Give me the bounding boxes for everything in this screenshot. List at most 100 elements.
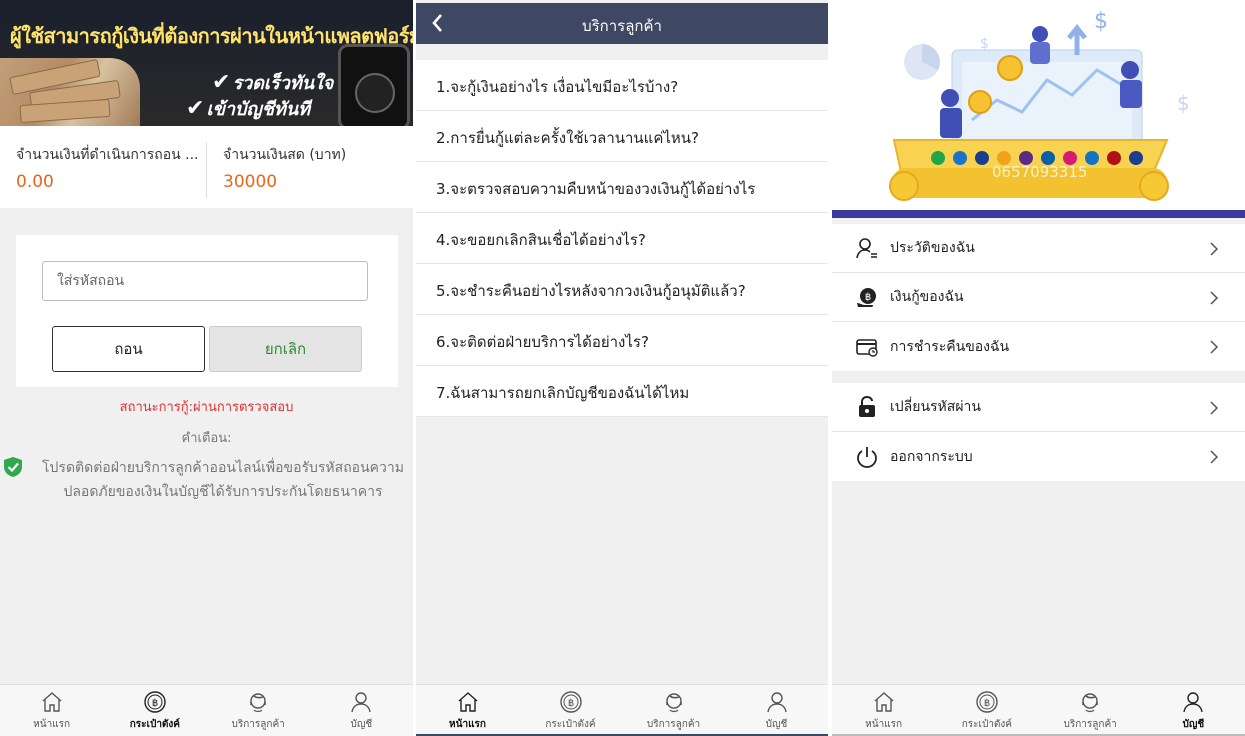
tab-label: บัญชี [1182,719,1205,730]
chevron-right-icon [1210,242,1219,256]
balance-label: จำนวนเงินที่ดำเนินการถอน ... [16,147,199,163]
withdraw-form: ถอน ยกเลิก [16,235,398,387]
cash-bundle-image [0,58,140,126]
card-repay-icon [856,338,878,357]
withdraw-screen: ผู้ใช้สามารถกู้เงินที่ต้องการผ่านในหน้าแ… [0,0,413,736]
balance-value: 30000 [223,172,278,192]
tab-customer-service[interactable]: บริการลูกค้า [622,685,725,736]
svg-text:$: $ [980,36,989,52]
tab-label: หน้าแรก [865,719,903,730]
menu-my-loans[interactable]: ฿ เงินกู้ของฉัน [832,273,1245,322]
promo-banner: ผู้ใช้สามารถกู้เงินที่ต้องการผ่านในหน้าแ… [0,0,413,126]
warning-text: โปรดติดต่อฝ่ายบริการลูกค้าออนไลน์เพื่อขอ… [42,460,404,500]
faq-item[interactable]: 4.จะขอยกเลิกสินเชื่อได้อย่างไร? [416,213,828,264]
bottom-tab-bar: หน้าแรก ฿ กระเป๋าตังค์ บริการลูกค้า บัญช… [832,684,1245,736]
faq-item[interactable]: 1.จะกู้เงินอย่างไร เงื่อนไขมีอะไรบ้าง? [416,60,828,111]
account-menu-secondary: เปลี่ยนรหัสผ่าน ออกจากระบบ [832,383,1245,481]
shield-check-icon [4,457,22,477]
pending-withdraw-balance: จำนวนเงินที่ดำเนินการถอน ... 0.00 [0,126,206,208]
balance-label: จำนวนเงินสด (บาท) [223,147,347,163]
svg-text:฿: ฿ [865,292,871,303]
faq-item[interactable]: 2.การยื่นกู้แต่ละครั้งใช้เวลานานแค่ไหน? [416,111,828,162]
tab-label: กระเป๋าตังค์ [545,719,596,730]
tab-account[interactable]: บัญชี [310,685,413,736]
customer-service-screen: บริการลูกค้า 1.จะกู้เงินอย่างไร เงื่อนไข… [416,0,828,736]
profile-history-icon [856,238,877,259]
withdraw-password-input[interactable] [42,261,368,301]
tab-home[interactable]: หน้าแรก [832,685,935,736]
menu-label: ออกจากระบบ [890,448,973,465]
power-icon [857,446,877,468]
svg-text:$: $ [1177,91,1190,115]
tab-label: บัญชี [765,719,788,730]
tab-customer-service[interactable]: บริการลูกค้า [1039,685,1142,736]
tab-label: บริการลูกค้า [646,719,701,730]
cancel-button[interactable]: ยกเลิก [209,326,362,372]
bottom-tab-bar: หน้าแรก ฿ กระเป๋าตังค์ บริการลูกค้า บัญช… [0,684,413,736]
tab-account[interactable]: บัญชี [1142,685,1245,736]
svg-text:฿: ฿ [984,698,990,709]
chevron-right-icon [1210,291,1219,305]
svg-text:฿: ฿ [567,698,573,709]
menu-my-history[interactable]: ประวัติของฉัน [832,224,1245,273]
account-menu-primary: ประวัติของฉัน ฿ เงินกู้ของฉัน การชำระคืน… [832,224,1245,371]
balance-summary: จำนวนเงินที่ดำเนินการถอน ... 0.00 จำนวนเ… [0,126,413,208]
account-screen: $ $ $ 0657093315 ประวัติของฉัน ฿ เงินกู้… [832,0,1245,736]
headset-icon [1082,693,1098,713]
warning-title: คำเตือน: [181,431,232,446]
loan-status: สถานะการกู้:ผ่านการตรวจสอบ [119,400,294,415]
loan-coin-icon: ฿ [857,288,876,307]
tab-wallet[interactable]: ฿ กระเป๋าตังค์ [935,685,1038,736]
wallet-coin-icon: ฿ [976,691,998,713]
tab-customer-service[interactable]: บริการลูกค้า [207,685,310,736]
headset-icon [665,693,682,713]
tab-wallet[interactable]: ฿ กระเป๋าตังค์ [103,685,206,736]
hero-divider [832,210,1245,218]
banner-line-1: ✔ รวดเร็วทันใจ [212,70,334,95]
tab-label: กระเป๋าตังค์ [129,719,180,730]
faq-item[interactable]: 5.จะชำระคืนอย่างไรหลังจากวงเงินกู้อนุมัต… [416,264,828,315]
svg-text:$: $ [1094,9,1108,34]
tab-home[interactable]: หน้าแรก [0,685,103,736]
faq-list: 1.จะกู้เงินอย่างไร เงื่อนไขมีอะไรบ้าง? 2… [416,60,828,417]
tab-wallet[interactable]: ฿ กระเป๋าตังค์ [519,685,622,736]
home-icon [458,692,477,712]
faq-item[interactable]: 6.จะติดต่อฝ่ายบริการได้อย่างไร? [416,315,828,366]
menu-label: เปลี่ยนรหัสผ่าน [890,399,981,415]
menu-label: เงินกู้ของฉัน [890,289,964,305]
tab-label: บัญชี [350,719,373,730]
svg-text:฿: ฿ [152,698,158,709]
chevron-right-icon [1210,401,1219,415]
wallet-coin-icon: ฿ [144,691,166,713]
user-icon [766,692,787,713]
faq-item[interactable]: 3.จะตรวจสอบความคืบหน้าของวงเงินกู้ได้อย่… [416,162,828,213]
home-icon [42,692,62,712]
chevron-right-icon [1210,340,1219,354]
tab-label: หน้าแรก [449,719,486,730]
withdraw-button[interactable]: ถอน [52,326,205,372]
app-screens: ผู้ใช้สามารถกู้เงินที่ต้องการผ่านในหน้าแ… [0,0,1245,736]
tab-label: บริการลูกค้า [1063,719,1117,730]
home-icon [874,692,894,712]
balance-value: 0.00 [16,172,54,192]
menu-my-repayments[interactable]: การชำระคืนของฉัน [832,322,1245,371]
chevron-right-icon [1210,450,1219,464]
tab-label: กระเป๋าตังค์ [961,719,1012,730]
tab-home[interactable]: หน้าแรก [416,685,519,736]
menu-change-password[interactable]: เปลี่ยนรหัสผ่าน [832,383,1245,432]
tab-label: หน้าแรก [33,719,71,730]
phone-image [338,44,410,126]
finance-hero-illustration: $ $ $ 0657093315 [832,0,1245,210]
tab-account[interactable]: บัญชี [725,685,828,736]
user-icon [1183,692,1204,713]
faq-item[interactable]: 7.ฉันสามารถยกเลิกบัญชีของฉันได้ไหม [416,366,828,417]
tab-label: บริการลูกค้า [231,719,285,730]
banner-line-2: ✔ เข้าบัญชีทันที [186,96,311,121]
headset-icon [250,693,266,713]
wallet-coin-icon: ฿ [559,691,582,713]
user-icon [351,692,372,713]
cash-balance: จำนวนเงินสด (บาท) 30000 [206,142,413,198]
menu-label: ประวัติของฉัน [890,240,975,256]
menu-logout[interactable]: ออกจากระบบ [832,432,1245,481]
hero-watermark: 0657093315 [992,163,1088,181]
